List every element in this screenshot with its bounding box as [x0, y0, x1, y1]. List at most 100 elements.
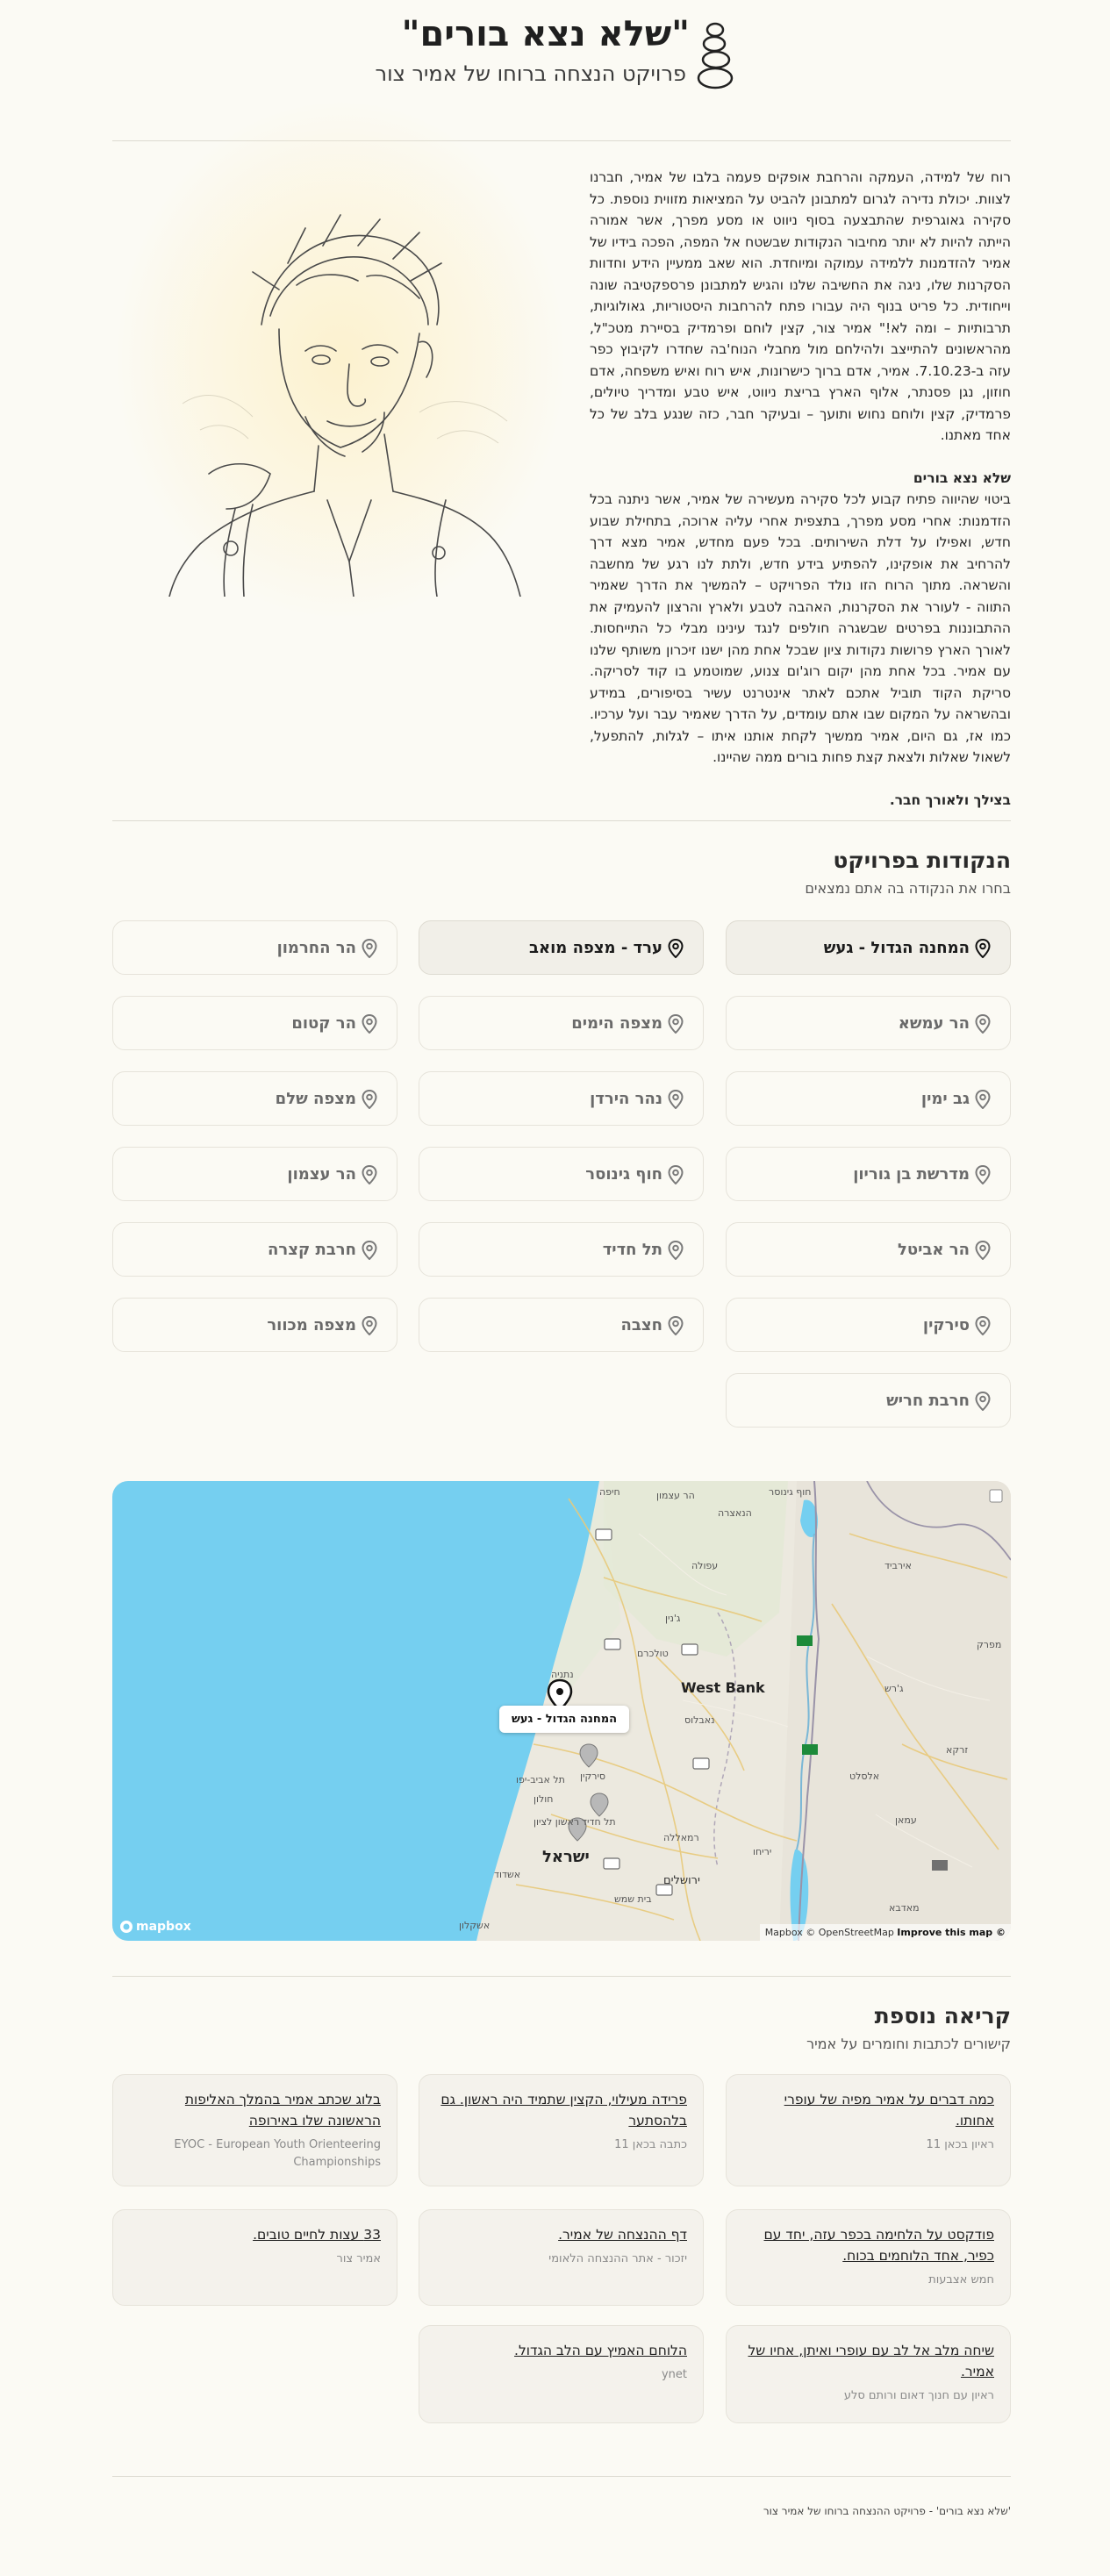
map-label-rishon: ראשון לציון	[534, 1816, 580, 1828]
map-pin-icon	[362, 1316, 377, 1335]
map-label-ashdod: אשדוד	[494, 1869, 521, 1880]
map-label-zarqa: זרקא	[946, 1744, 969, 1756]
reading-card-title[interactable]: כמה דברים על אמיר מפיה של עופרי אחותו.	[742, 2089, 994, 2131]
map-pin-icon	[975, 939, 991, 958]
map-label-afula: עפולה	[691, 1560, 719, 1571]
map-attribution[interactable]: Mapbox © OpenStreetMap Improve this map …	[759, 1924, 1011, 1941]
about-heading: שלא נצא בורים	[913, 469, 1011, 486]
reading-card-source: ראיון עם חנוך דאום ורותם סלע	[843, 2389, 994, 2402]
map-label-telaviv: תל אביב-יפו	[516, 1774, 565, 1785]
map-label-netanya: נתניה	[551, 1669, 574, 1680]
reading-card[interactable]: בלוג שכתב אמיר בהמלך האליפות הראשונה שלו…	[112, 2074, 397, 2186]
reading-card-title[interactable]: שיחה מלב אל לב עם עופרי ואיתן, אחיו של א…	[742, 2340, 994, 2382]
point-card[interactable]: מצפה הימים	[419, 996, 704, 1050]
map-label-westbank: West Bank	[681, 1679, 765, 1696]
reading-card-source: חמש אצבעות	[928, 2273, 994, 2286]
map-popup[interactable]: המחנה הגדול - געש	[499, 1706, 630, 1733]
point-card[interactable]: חרבת חריש	[726, 1373, 1011, 1428]
map-label-jericho: יריחו	[753, 1846, 772, 1857]
point-card[interactable]: מצפה שלם	[112, 1071, 397, 1126]
point-card[interactable]: תל חדיד	[419, 1222, 704, 1277]
reading-card[interactable]: פרידה מעילוי, הקצין שתמיד היה ראשון. גם …	[419, 2074, 704, 2186]
point-card-label: חוף גינוסר	[585, 1164, 662, 1184]
point-card-label: תל חדיד	[602, 1240, 662, 1259]
map-pin-icon	[362, 1241, 377, 1260]
mapbox-logo-icon	[120, 1921, 132, 1933]
map-pin-icon	[975, 1392, 991, 1411]
map-label-madaba: מאדבא	[889, 1902, 920, 1914]
improve-map-link[interactable]: Improve this map ©	[897, 1927, 1006, 1938]
reading-card-title[interactable]: 33 עצות לחיים טובים.	[129, 2224, 381, 2245]
reading-card-title[interactable]: פרידה מעילוי, הקצין שתמיד היה ראשון. גם …	[435, 2089, 687, 2131]
point-card[interactable]: מדרשת בן גוריון	[726, 1147, 1011, 1201]
point-card[interactable]: נהר הירדן	[419, 1071, 704, 1126]
point-card-label: המחנה הגדול - געש	[823, 938, 970, 957]
point-card-label: סירקין	[922, 1315, 970, 1335]
map-label-nazareth: הנאצרה	[718, 1507, 752, 1519]
map-pin-icon	[975, 1316, 991, 1335]
divider	[112, 2476, 1011, 2477]
point-card[interactable]: מצפה מכוור	[112, 1298, 397, 1352]
map-pin-icon	[668, 1316, 684, 1335]
point-card-label: מדרשת בן גוריון	[853, 1164, 970, 1184]
points-section-subtitle: בחרו את הנקודה בה אתם נמצאים	[805, 880, 1011, 897]
point-card[interactable]: גב ימין	[726, 1071, 1011, 1126]
reading-card[interactable]: דף ההנצחה של אמיר. יזכור - אתר ההנצחה הלא…	[419, 2209, 704, 2306]
reading-section-title: קריאה נוספת	[874, 2003, 1011, 2029]
cairn-logo-icon[interactable]	[696, 19, 734, 93]
reading-card[interactable]: שיחה מלב אל לב עם עופרי ואיתן, אחיו של א…	[726, 2325, 1011, 2423]
points-section-title: הנקודות בפרויקט	[833, 848, 1011, 873]
point-card[interactable]: המחנה הגדול - געש	[726, 920, 1011, 975]
map-label-irbid: אירביד	[884, 1560, 912, 1571]
point-card[interactable]: הר קטום	[112, 996, 397, 1050]
reading-card-title[interactable]: הלוחם האמיץ עם הלב הגדול.	[435, 2340, 687, 2361]
footer-text: 'שלא נצא בורים' - פרויקט ההנצחה ברוחו של…	[763, 2505, 1011, 2517]
point-card[interactable]: חוף גינוסר	[419, 1147, 704, 1201]
reading-card-title[interactable]: פודקסט על הלחימה בכפר עזה, יחד עם כפיר, …	[742, 2224, 994, 2266]
map-pin-icon	[362, 939, 377, 958]
reading-card-source: יזכור - אתר ההנצחה הלאומי	[548, 2252, 687, 2265]
point-card-label: מצפה שלם	[275, 1089, 356, 1108]
map-label-tulkarm: טולכרם	[637, 1648, 669, 1659]
reading-card[interactable]: כמה דברים על אמיר מפיה של עופרי אחותו. רא…	[726, 2074, 1011, 2186]
map[interactable]: West Bank ישראל ירושלים תל אביב-יפו חיפה…	[112, 1481, 1011, 1941]
about-paragraph: רוח של למידה, העמקה והרחבת אופקים פעמה ב…	[590, 169, 1011, 443]
map-pin-icon	[975, 1241, 991, 1260]
map-pin-icon	[668, 939, 684, 958]
point-card-label: חרבת חריש	[886, 1391, 970, 1410]
point-card[interactable]: חצבה	[419, 1298, 704, 1352]
point-card[interactable]: חרבת קצרה	[112, 1222, 397, 1277]
site-header: "שלא נצא בורים" פרויקט הנצחה ברוחו של אמ…	[112, 11, 1011, 98]
point-card[interactable]: הר עמשא	[726, 996, 1011, 1050]
site-subtitle: פרויקט הנצחה ברוחו של אמיר צור	[375, 61, 686, 86]
map-pin-icon	[362, 1014, 377, 1034]
divider	[112, 820, 1011, 821]
point-card-label: הר קטום	[291, 1013, 356, 1033]
reading-card-title[interactable]: בלוג שכתב אמיר בהמלך האליפות הראשונה שלו…	[129, 2089, 381, 2131]
map-label-holon: חולון	[534, 1793, 554, 1805]
reading-card-title[interactable]: דף ההנצחה של אמיר.	[435, 2224, 687, 2245]
map-label-sirkin: סירקין	[580, 1771, 606, 1782]
reading-card-source: ראיון בכאן 11	[926, 2138, 994, 2151]
reading-card[interactable]: הלוחם האמיץ עם הלב הגדול. ynet	[419, 2325, 704, 2423]
reading-card[interactable]: פודקסט על הלחימה בכפר עזה, יחד עם כפיר, …	[726, 2209, 1011, 2306]
point-card-label: חרבת קצרה	[268, 1240, 356, 1259]
point-card-label: הר אביטל	[898, 1240, 970, 1259]
divider	[112, 1976, 1011, 1977]
point-card[interactable]: הר החרמון	[112, 920, 397, 975]
point-card[interactable]: ערד - מצפה מואב	[419, 920, 704, 975]
reading-card[interactable]: 33 עצות לחיים טובים. אמיר צור	[112, 2209, 397, 2306]
point-card[interactable]: סירקין	[726, 1298, 1011, 1352]
point-card-label: גב ימין	[920, 1089, 970, 1108]
map-label-haifa: חיפה	[599, 1486, 620, 1498]
map-pin-icon	[668, 1014, 684, 1034]
map-label-jerash: ג'רש	[884, 1683, 904, 1694]
map-label-beitshemesh: בית שמש	[614, 1893, 652, 1905]
mapbox-logo[interactable]: mapbox	[119, 1920, 191, 1934]
point-card[interactable]: הר אביטל	[726, 1222, 1011, 1277]
attribution-text[interactable]: Mapbox © OpenStreetMap	[765, 1927, 894, 1938]
point-card[interactable]: הר עצמון	[112, 1147, 397, 1201]
portrait-sketch	[168, 214, 521, 597]
map-label-mafraq: מפרק	[977, 1639, 1002, 1650]
map-pin-icon	[362, 1165, 377, 1184]
